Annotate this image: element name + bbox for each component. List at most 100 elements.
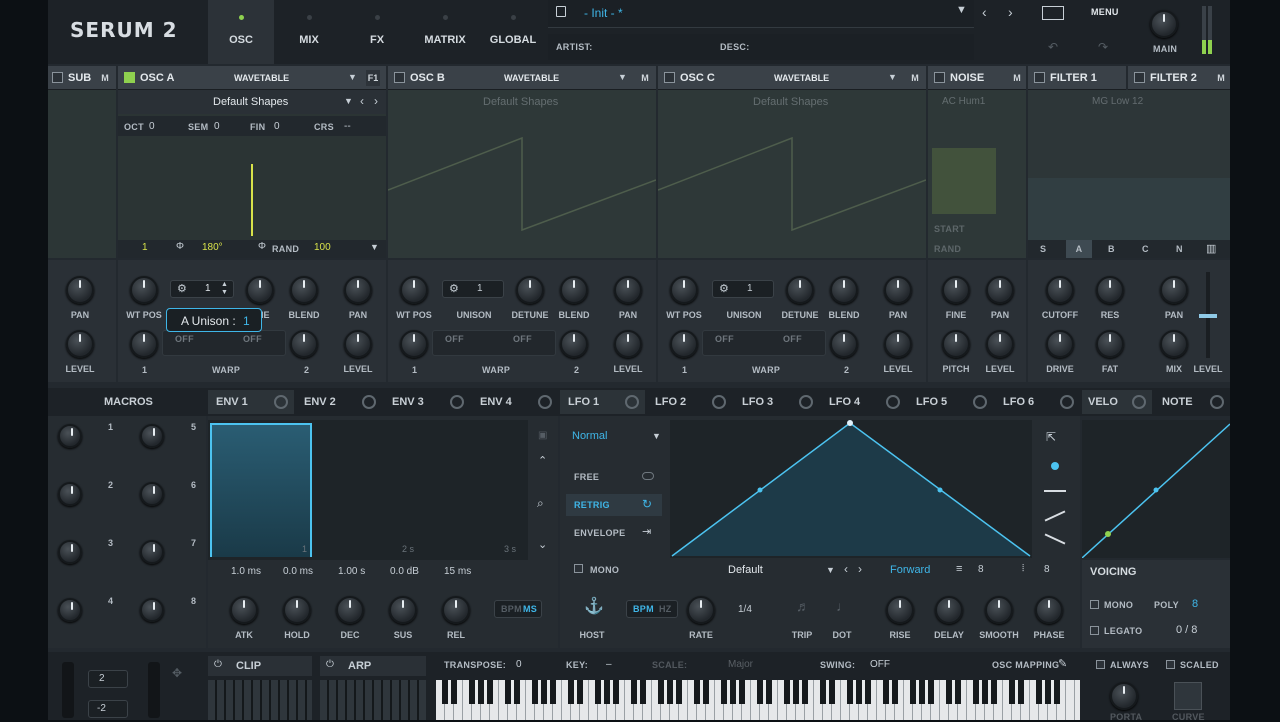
tab-env1[interactable]: ENV 1 [208,390,294,414]
unison-value[interactable]: 1 [205,283,211,294]
mod-drag-icon[interactable] [450,395,464,409]
mod-drag-icon[interactable] [886,395,900,409]
black-key[interactable] [532,680,538,704]
black-key[interactable] [595,680,601,704]
black-key[interactable] [1045,680,1051,704]
osc-b-detune-knob[interactable] [516,276,544,304]
white-key[interactable] [1066,680,1075,720]
move-icon[interactable]: ✥ [172,666,182,680]
tab-env3[interactable]: ENV 3 [384,390,470,414]
filter-route-c[interactable]: C [1142,244,1149,254]
black-key[interactable] [856,680,862,704]
mod-drag-icon[interactable] [1060,395,1074,409]
prev-shape-icon[interactable]: ‹ [844,562,848,576]
noise-enable[interactable] [934,72,945,83]
next-preset-icon[interactable]: › [1008,4,1013,20]
black-key[interactable] [541,680,547,704]
always-checkbox[interactable] [1096,660,1105,669]
osc-b-unison-field[interactable]: ⚙ 1 [442,280,504,298]
filter-route-a[interactable]: A [1066,240,1092,258]
mod-drag-icon[interactable] [625,395,639,409]
osc-a-type[interactable]: WAVETABLE [234,73,289,83]
tab-env4[interactable]: ENV 4 [472,390,558,414]
osc-c-type[interactable]: WAVETABLE [774,73,829,83]
porta-knob[interactable] [1110,682,1138,710]
oct-value[interactable]: 0 [149,121,155,132]
filter-route-s[interactable]: S [1040,244,1046,254]
export-icon[interactable]: ⇱ [1046,430,1056,444]
noise-fine-knob[interactable] [942,276,970,304]
mod-drag-icon[interactable] [973,395,987,409]
tab-lfo3[interactable]: LFO 3 [734,390,819,414]
osc-b-warp1-knob[interactable] [400,330,428,358]
osc-mapping-label[interactable]: OSC MAPPING [992,660,1059,670]
sem-value[interactable]: 0 [214,121,220,132]
bpm-option[interactable]: BPM [501,604,522,614]
lock-icon[interactable]: ▣ [538,430,547,441]
env-graph[interactable]: 1 2 s 3 s [208,420,528,560]
unison-value[interactable]: 1 [477,283,483,294]
osc-b-level-knob[interactable] [614,330,642,358]
black-key[interactable] [829,680,835,704]
phase-index[interactable]: 1 [142,242,148,253]
black-key[interactable] [676,680,682,704]
black-key[interactable] [550,680,556,704]
point-tool-icon[interactable] [1051,462,1059,470]
gear-icon[interactable]: ⚙ [449,282,459,295]
lfo-mode-value[interactable]: Normal [572,430,607,442]
sub-mute[interactable]: M [98,70,112,86]
tab-note[interactable]: NOTE [1154,390,1230,414]
pitch-up-value[interactable]: 2 [99,673,105,684]
mono-checkbox[interactable] [574,564,583,573]
osc-a-unison-field[interactable]: ⚙ 1 ▲ ▼ [170,280,234,298]
redo-icon[interactable]: ↷ [1098,40,1108,54]
filter-route-b[interactable]: B [1108,244,1115,254]
osc-b-pan-knob[interactable] [614,276,642,304]
warp1-mode[interactable]: OFF [445,334,464,344]
atk-value[interactable]: 1.0 ms [231,566,261,577]
macro-5-knob[interactable] [140,424,164,448]
tab-mix[interactable]: MIX [276,0,342,64]
res-knob[interactable] [1096,276,1124,304]
osc-c-warp1-knob[interactable] [670,330,698,358]
prev-table-icon[interactable]: ‹ [360,94,364,108]
stepper-icon[interactable]: ▲ ▼ [221,281,228,297]
black-key[interactable] [631,680,637,704]
osc-c-unison-field[interactable]: ⚙ 1 [712,280,774,298]
flat-tool-icon[interactable] [1044,490,1066,492]
mod-wheel[interactable] [148,662,160,718]
osc-a-warp-select[interactable]: OFF OFF [162,330,286,356]
fin-value[interactable]: 0 [274,121,280,132]
next-shape-icon[interactable]: › [858,562,862,576]
main-volume-knob[interactable] [1150,10,1178,38]
key-value[interactable]: – [606,659,612,670]
macro-1-knob[interactable] [58,424,82,448]
black-key[interactable] [640,680,646,704]
chevron-down-icon[interactable]: ▼ [618,72,627,82]
poly-value[interactable]: 8 [1192,598,1198,610]
bpm-option[interactable]: BPM [633,604,654,614]
black-key[interactable] [802,680,808,704]
tab-velo[interactable]: VELO [1082,390,1152,414]
save-icon[interactable] [556,6,566,17]
anchor-icon[interactable]: ⚓ [584,596,604,616]
undo-icon[interactable]: ↶ [1048,40,1058,54]
black-key[interactable] [1054,680,1060,704]
black-key[interactable] [442,680,448,704]
lfo-mono-toggle[interactable]: MONO [566,560,662,580]
osc-a-blend-knob[interactable] [290,276,318,304]
chevron-down-icon[interactable]: ▼ [344,96,353,106]
black-key[interactable] [604,680,610,704]
chevron-down-icon[interactable]: ▼ [888,72,897,82]
black-key[interactable] [973,680,979,704]
rel-knob[interactable] [442,596,470,624]
scaled-checkbox[interactable] [1166,660,1175,669]
preset-bar[interactable]: - Init - * ▼ [548,0,974,28]
tab-lfo1[interactable]: LFO 1 [560,390,645,414]
noise-pan-knob[interactable] [986,276,1014,304]
mod-drag-icon[interactable] [712,395,726,409]
black-key[interactable] [487,680,493,704]
noise-mute[interactable]: M [1010,70,1024,86]
osc-c-pan-knob[interactable] [884,276,912,304]
ms-option[interactable]: MS [523,604,537,614]
